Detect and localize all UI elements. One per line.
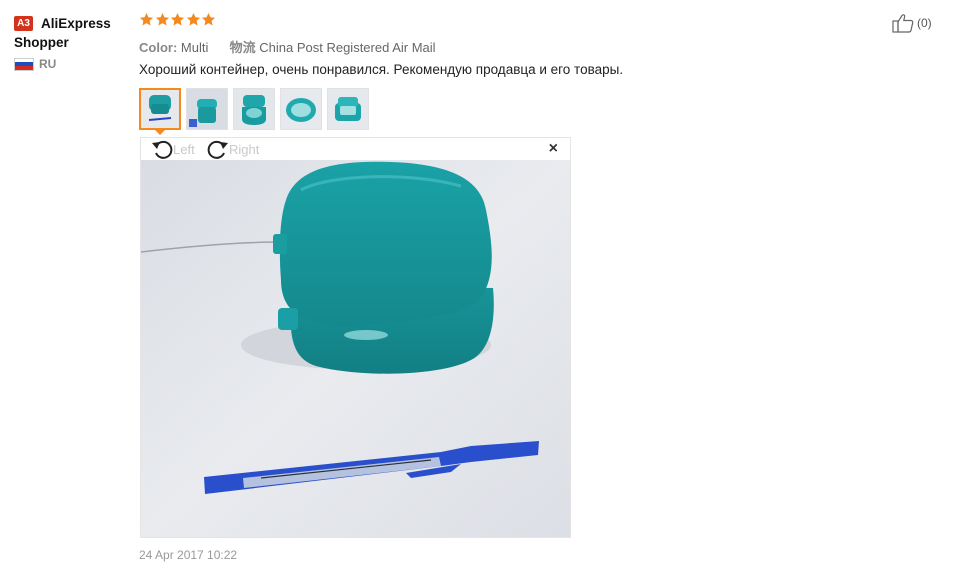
star-icon (139, 12, 154, 26)
buyer-name-line2: Shopper (14, 35, 69, 50)
product-photo-image (141, 160, 570, 537)
rotate-left-icon (152, 140, 173, 159)
star-rating (139, 12, 217, 27)
thumbnail-image (328, 89, 368, 129)
buyer-name-row: A3 AliExpress (14, 14, 134, 33)
star-icon (201, 12, 216, 26)
buyer-name: AliExpress (41, 16, 111, 31)
helpful-button[interactable]: (0) (892, 13, 932, 33)
star-icon (170, 12, 185, 26)
country-code: RU (39, 57, 57, 71)
rotate-right-button[interactable]: Right (207, 139, 259, 159)
photo-thumbnail[interactable] (139, 88, 181, 130)
buyer-country: RU (14, 57, 134, 71)
thumbnail-image (281, 89, 321, 129)
color-value: Multi (180, 40, 209, 55)
review-photo (141, 160, 570, 537)
star-icon (155, 12, 169, 26)
color-label: Color: (139, 40, 178, 55)
selected-thumbnail-indicator (153, 128, 167, 135)
photo-viewer-toolbar: Left Right × (141, 138, 570, 160)
photo-thumbnail[interactable] (186, 88, 228, 130)
rotate-right-icon (207, 140, 228, 159)
review-date: 24 Apr 2017 10:22 (139, 548, 238, 562)
thumbs-up-icon (892, 14, 914, 33)
review-text: Хороший контейнер, очень понравился. Рек… (139, 62, 624, 77)
photo-thumbnail[interactable] (327, 88, 369, 130)
buyer-level-badge: A3 (14, 16, 33, 31)
helpful-count: (0) (917, 16, 932, 30)
rotate-left-label: Left (173, 141, 195, 157)
thumbnail-image (141, 90, 179, 128)
shipping-label: 物流 (229, 40, 256, 55)
rotate-right-label: Right (229, 141, 260, 157)
photo-thumbnail[interactable] (280, 88, 322, 130)
rotate-left-button[interactable]: Left (151, 139, 195, 159)
photo-thumbnail[interactable] (233, 88, 275, 130)
star-icon (186, 12, 200, 26)
order-attributes: Color: Multi 物流 China Post Registered Ai… (139, 37, 436, 56)
shipping-value: China Post Registered Air Mail (259, 40, 436, 55)
photo-viewer: Left Right × (140, 137, 571, 538)
thumbnail-image (234, 89, 274, 129)
photo-thumbnails (139, 88, 374, 130)
close-viewer-button[interactable]: × (549, 141, 558, 157)
thumbnail-image (187, 89, 227, 129)
buyer-info: A3 AliExpress Shopper RU (14, 14, 134, 71)
russia-flag-icon (14, 57, 34, 71)
